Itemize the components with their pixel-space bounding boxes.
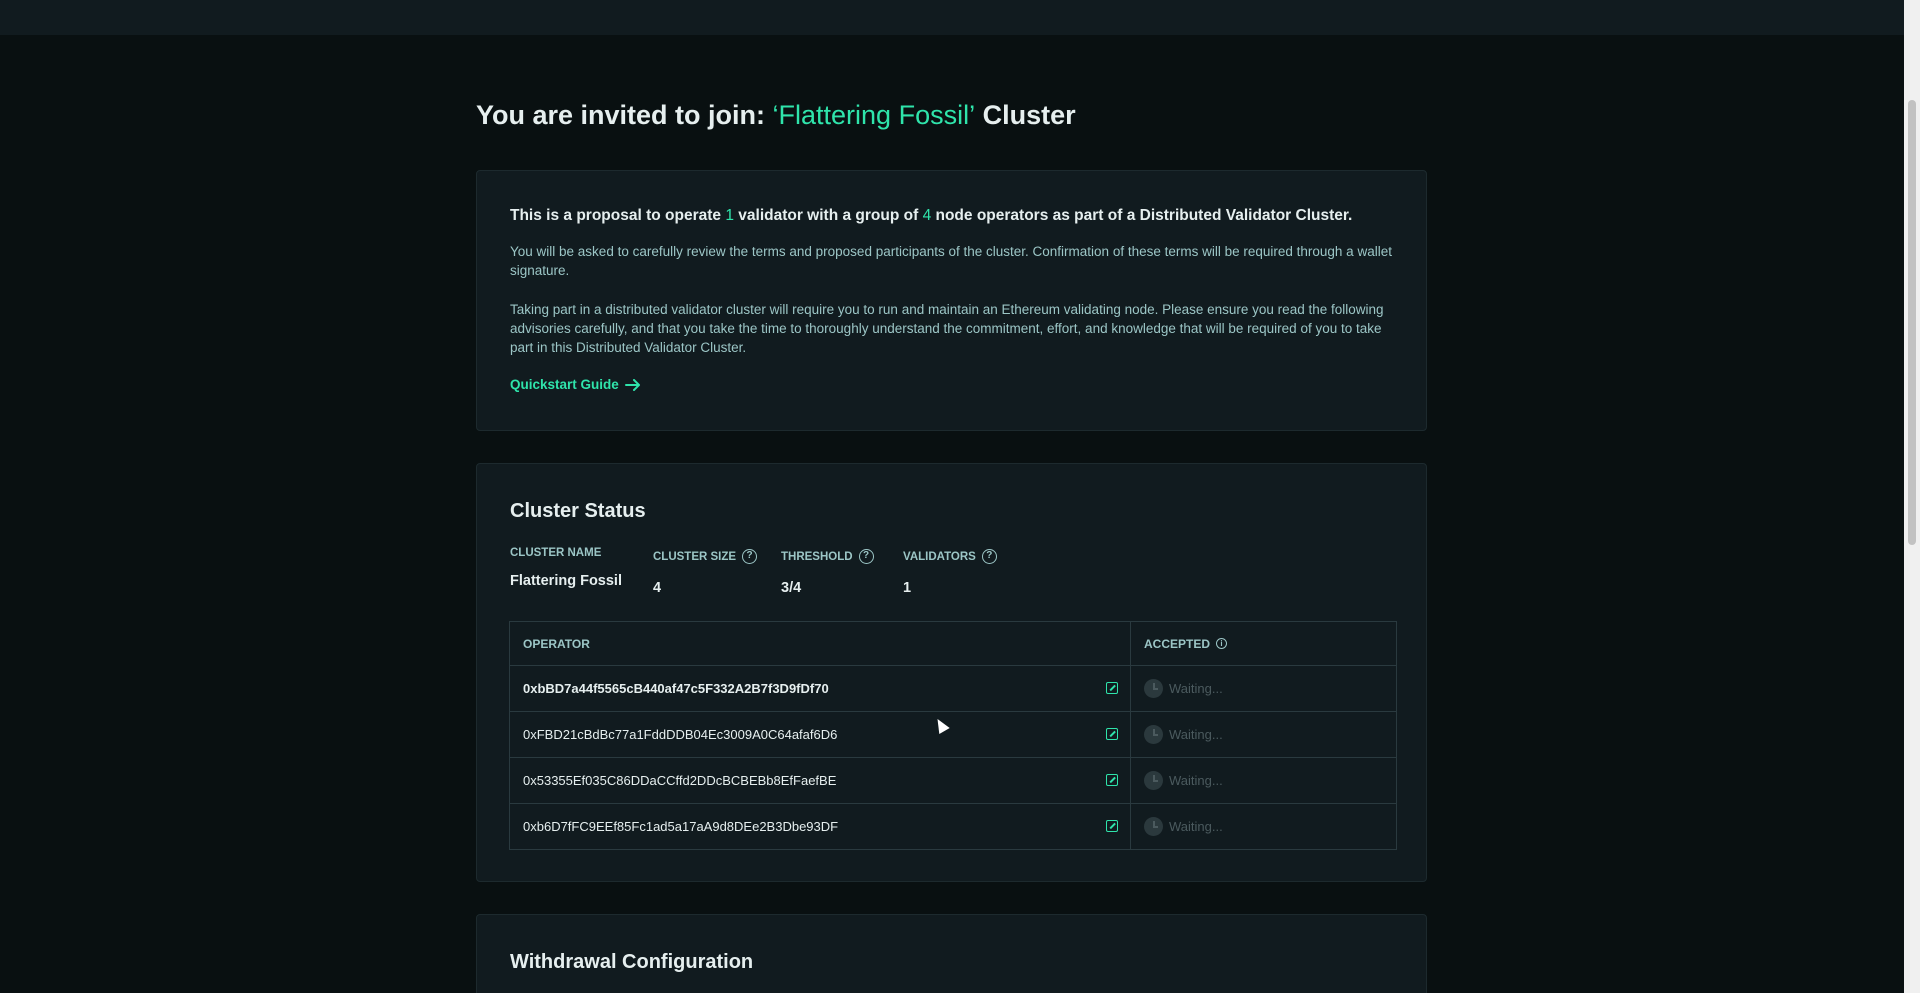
- headline-part-c: node operators as part of a Distributed …: [935, 207, 1353, 224]
- cluster-status-title: Cluster Status: [510, 500, 646, 522]
- stat-cluster-size: CLUSTER SIZE ? 4: [653, 549, 758, 596]
- table-row: 0xbBD7a44f5565cB440af47c5F332A2B7f3D9fDf…: [509, 665, 1397, 712]
- operator-address: 0xb6D7fFC9EEf85Fc1ad5a17aA9d8DEe2B3Dbe93…: [509, 803, 1131, 850]
- title-cluster-name: ‘Flattering Fossil’: [772, 100, 976, 130]
- accepted-cell: Waiting...: [1130, 711, 1397, 758]
- stat-validators: VALIDATORS ? 1: [903, 549, 997, 596]
- validators-count: 1: [725, 207, 734, 224]
- cluster-size-label: CLUSTER SIZE ?: [653, 549, 758, 564]
- external-link-icon[interactable]: [1106, 774, 1118, 786]
- operator-address: 0xbBD7a44f5565cB440af47c5F332A2B7f3D9fDf…: [509, 665, 1131, 712]
- proposal-paragraph-1: You will be asked to carefully review th…: [510, 244, 1392, 278]
- cluster-size-value: 4: [653, 580, 662, 596]
- withdrawal-config-title: Withdrawal Configuration: [510, 951, 754, 973]
- proposal-headline: This is a proposal to operate 1 validato…: [510, 207, 1393, 225]
- question-circle-icon[interactable]: ?: [742, 549, 758, 564]
- operators-count: 4: [922, 207, 932, 224]
- clock-icon: [1144, 679, 1163, 698]
- external-link-icon[interactable]: [1106, 682, 1118, 694]
- page-scrollbar[interactable]: [1904, 0, 1920, 993]
- proposal-paragraph-2: Taking part in a distributed validator c…: [510, 302, 1384, 355]
- question-circle-icon[interactable]: ?: [858, 549, 874, 564]
- question-circle-icon[interactable]: ?: [981, 549, 997, 564]
- top-navbar: [0, 0, 1904, 35]
- col-operator: OPERATOR: [509, 621, 1131, 666]
- external-link-icon[interactable]: [1106, 820, 1118, 832]
- title-prefix: You are invited to join:: [476, 100, 766, 130]
- validators-value: 1: [903, 580, 912, 596]
- table-row: 0xb6D7fFC9EEf85Fc1ad5a17aA9d8DEe2B3Dbe93…: [509, 803, 1397, 850]
- proposal-card: This is a proposal to operate 1 validato…: [476, 170, 1427, 431]
- stat-threshold: THRESHOLD ? 3/4: [781, 549, 874, 596]
- threshold-label: THRESHOLD ?: [781, 549, 874, 564]
- clock-icon: [1144, 771, 1163, 790]
- cluster-status-card: Cluster Status CLUSTER NAME Flattering F…: [476, 463, 1427, 882]
- info-circle-icon[interactable]: i: [1216, 638, 1228, 649]
- stat-cluster-name: CLUSTER NAME Flattering Fossil: [510, 547, 622, 589]
- clock-icon: [1144, 817, 1163, 836]
- accepted-cell: Waiting...: [1130, 803, 1397, 850]
- quickstart-guide-link[interactable]: Quickstart Guide: [510, 377, 641, 392]
- operators-table: OPERATOR ACCEPTED i 0xbBD7a44f5565cB440a…: [509, 621, 1397, 850]
- table-header-row: OPERATOR ACCEPTED i: [509, 621, 1397, 666]
- withdrawal-config-card: Withdrawal Configuration: [476, 914, 1427, 993]
- arrow-right-icon: [624, 378, 640, 391]
- table-row: 0x53355Ef035C86DDaCCffd2DDcBCBEBb8EfFaef…: [509, 757, 1397, 804]
- quickstart-label: Quickstart Guide: [510, 377, 619, 392]
- validators-label: VALIDATORS ?: [903, 549, 997, 564]
- operator-address: 0xFBD21cBdBc77a1FddDDB04Ec3009A0C64afaf6…: [509, 711, 1131, 758]
- scrollbar-thumb[interactable]: [1908, 100, 1916, 545]
- accepted-cell: Waiting...: [1130, 757, 1397, 804]
- operator-address: 0x53355Ef035C86DDaCCffd2DDcBCBEBb8EfFaef…: [509, 757, 1131, 804]
- cluster-stats: CLUSTER NAME Flattering Fossil CLUSTER S…: [510, 547, 1393, 627]
- headline-part-a: This is a proposal to operate: [510, 207, 722, 224]
- col-accepted: ACCEPTED i: [1130, 621, 1397, 666]
- page-title: You are invited to join: ‘Flattering Fos…: [476, 100, 1427, 131]
- table-row: 0xFBD21cBdBc77a1FddDDB04Ec3009A0C64afaf6…: [509, 711, 1397, 758]
- accepted-cell: Waiting...: [1130, 665, 1397, 712]
- threshold-value: 3/4: [781, 580, 802, 596]
- external-link-icon[interactable]: [1106, 728, 1118, 740]
- headline-part-b: validator with a group of: [738, 207, 919, 224]
- title-suffix: Cluster: [982, 100, 1076, 130]
- clock-icon: [1144, 725, 1163, 744]
- cluster-name-label: CLUSTER NAME: [510, 547, 602, 559]
- cluster-name-value: Flattering Fossil: [510, 573, 622, 589]
